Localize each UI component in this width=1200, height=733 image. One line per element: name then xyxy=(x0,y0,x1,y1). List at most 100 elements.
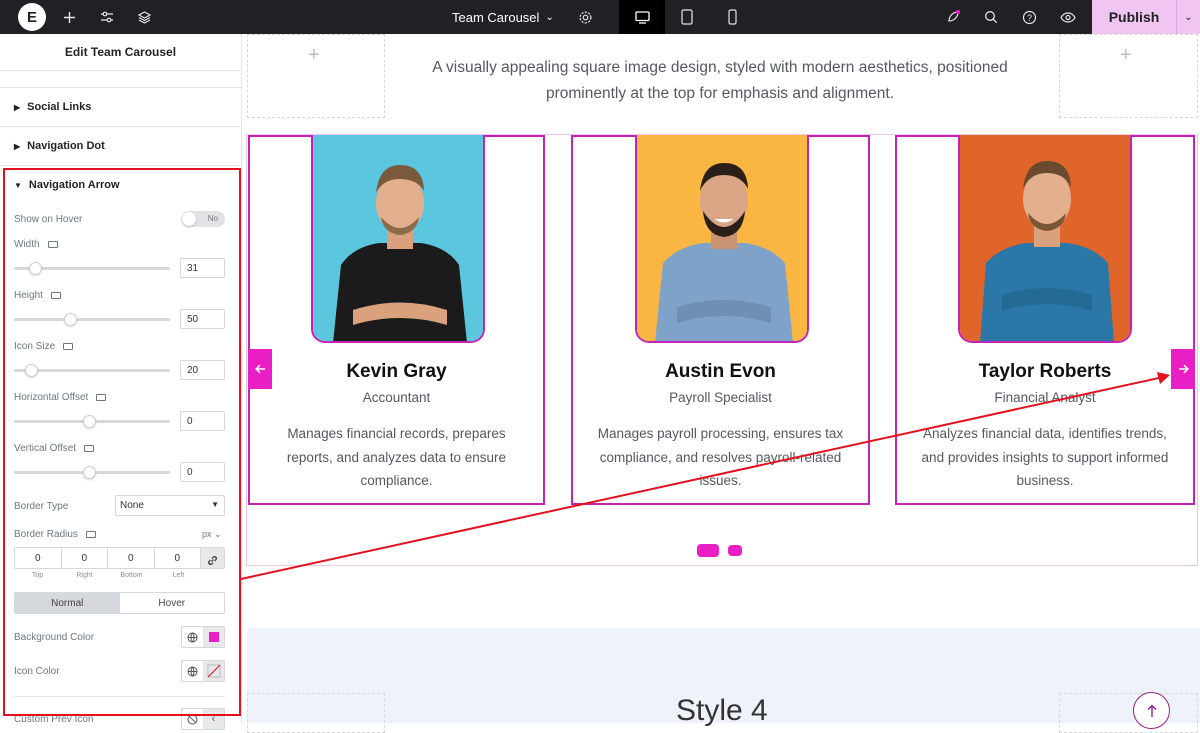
height-label-text: Height xyxy=(14,290,43,301)
section-label: Social Links xyxy=(27,101,92,113)
elementor-logo[interactable]: E xyxy=(18,3,46,31)
carousel-next-arrow[interactable] xyxy=(1171,349,1195,389)
radius-bottom-label: Bottom xyxy=(120,572,143,579)
tab-hover[interactable]: Hover xyxy=(120,593,225,613)
layers-icon[interactable] xyxy=(133,0,155,34)
icon-size-slider[interactable] xyxy=(14,364,170,377)
slider-handle[interactable] xyxy=(24,364,38,377)
tablet-view-icon[interactable] xyxy=(676,0,698,34)
member-role: Accountant xyxy=(362,390,431,405)
state-tabs: Normal Hover xyxy=(14,592,225,614)
height-label: Height xyxy=(14,290,61,301)
slider-handle[interactable] xyxy=(63,313,77,326)
border-type-label: Border Type xyxy=(14,501,69,512)
vertical-offset-slider[interactable] xyxy=(14,466,170,479)
slider-handle[interactable] xyxy=(83,415,96,428)
member-description: Analyzes financial data, identifies tren… xyxy=(921,426,1169,488)
member-name: Taylor Roberts xyxy=(978,361,1112,382)
divider xyxy=(14,696,225,697)
width-slider[interactable] xyxy=(14,262,170,275)
carousel-dot-active[interactable] xyxy=(697,544,719,557)
unit-selector[interactable]: px ⌄ xyxy=(202,529,222,540)
responsive-desktop-icon[interactable] xyxy=(47,240,58,248)
responsive-desktop-icon[interactable] xyxy=(63,342,74,350)
publish-options-chevron-icon[interactable]: ⌄ xyxy=(1176,0,1200,34)
add-widget-plus-icon[interactable]: + xyxy=(308,44,320,67)
link-values-icon[interactable] xyxy=(201,548,224,568)
width-input[interactable]: 31 xyxy=(180,258,225,278)
scroll-to-top-button[interactable] xyxy=(1133,692,1170,729)
section-navigation-dot[interactable]: ▶ Navigation Dot xyxy=(0,126,242,165)
section-social-links[interactable]: ▶ Social Links xyxy=(0,87,242,126)
border-type-select[interactable]: None ▼ xyxy=(115,495,225,516)
member-photo xyxy=(958,135,1132,343)
width-label: Width xyxy=(14,239,58,250)
preview-eye-icon[interactable] xyxy=(1057,0,1079,34)
color-swatch[interactable] xyxy=(203,627,224,647)
carousel-prev-arrow[interactable] xyxy=(248,349,272,389)
document-title-dropdown[interactable]: Team Carousel ⌄ xyxy=(452,0,567,34)
caret-down-icon: ▼ xyxy=(211,500,219,509)
chevron-down-icon: ⌄ xyxy=(545,11,554,23)
height-slider[interactable] xyxy=(14,313,170,326)
publish-button[interactable]: Publish xyxy=(1092,0,1176,34)
member-role: Financial Analyst xyxy=(994,390,1096,405)
desktop-view-icon[interactable] xyxy=(619,0,665,34)
radius-right-input[interactable]: 0 xyxy=(62,548,108,568)
section-navigation-arrow[interactable]: ▼ Navigation Arrow xyxy=(0,165,242,204)
arrow-up-icon xyxy=(1147,704,1156,717)
horizontal-offset-slider[interactable] xyxy=(14,415,170,428)
height-input[interactable]: 50 xyxy=(180,309,225,329)
mobile-view-icon[interactable] xyxy=(722,0,742,34)
responsive-desktop-icon[interactable] xyxy=(84,444,95,452)
responsive-desktop-icon[interactable] xyxy=(85,530,96,538)
color-preview xyxy=(208,632,219,642)
section-label: Navigation Dot xyxy=(27,140,105,152)
responsive-desktop-icon[interactable] xyxy=(50,291,61,299)
empty-color-swatch[interactable] xyxy=(203,661,224,681)
member-name: Kevin Gray xyxy=(346,361,447,382)
vertical-offset-input[interactable]: 0 xyxy=(180,462,225,482)
show-on-hover-label: Show on Hover xyxy=(14,214,83,225)
site-settings-icon[interactable] xyxy=(96,0,118,34)
no-icon[interactable] xyxy=(182,709,203,729)
empty-column[interactable] xyxy=(247,693,385,733)
toggle-knob xyxy=(182,212,196,226)
vertical-offset-label-text: Vertical Offset xyxy=(14,443,77,454)
slider-handle[interactable] xyxy=(83,466,96,479)
team-card: Austin Evon Payroll Specialist Manages p… xyxy=(571,135,870,505)
toggle-value: No xyxy=(207,214,218,223)
member-photo xyxy=(635,135,809,343)
radius-top-input[interactable]: 0 xyxy=(15,548,62,568)
radius-bottom-input[interactable]: 0 xyxy=(108,548,155,568)
icon-size-label: Icon Size xyxy=(14,341,74,352)
arrow-left-icon xyxy=(254,364,265,374)
empty-column[interactable] xyxy=(1059,693,1198,733)
global-colors-icon[interactable] xyxy=(182,661,203,681)
responsive-desktop-icon[interactable] xyxy=(96,393,107,401)
tab-normal[interactable]: Normal xyxy=(15,593,120,613)
person-portrait xyxy=(637,135,807,341)
border-radius-label: Border Radius xyxy=(14,529,96,540)
horizontal-offset-input[interactable]: 0 xyxy=(180,411,225,431)
global-colors-icon[interactable] xyxy=(182,627,203,647)
radius-left-input[interactable]: 0 xyxy=(155,548,201,568)
slider-handle[interactable] xyxy=(29,262,42,275)
icon-color-label: Icon Color xyxy=(14,666,60,677)
carousel-dot[interactable] xyxy=(728,545,742,556)
editor-topbar: E Team Carousel ⌄ ? Publish ⌄ xyxy=(0,0,1200,34)
search-icon[interactable] xyxy=(980,0,1002,34)
caret-right-icon: ▶ xyxy=(14,141,21,151)
whats-new-rocket-icon[interactable] xyxy=(942,0,964,34)
show-on-hover-toggle[interactable]: No xyxy=(181,211,225,227)
unit-value: px xyxy=(202,529,212,539)
page-settings-gear-icon[interactable] xyxy=(574,0,596,34)
icon-size-input[interactable]: 20 xyxy=(180,360,225,380)
add-widget-plus-icon[interactable]: + xyxy=(1120,44,1132,67)
team-card: Kevin Gray Accountant Manages financial … xyxy=(248,135,545,505)
vertical-offset-label: Vertical Offset xyxy=(14,443,95,454)
radius-left-label: Left xyxy=(172,572,185,579)
upload-icon[interactable]: ‹ xyxy=(203,709,224,729)
help-icon[interactable]: ? xyxy=(1018,0,1040,34)
add-element-icon[interactable] xyxy=(58,0,80,34)
